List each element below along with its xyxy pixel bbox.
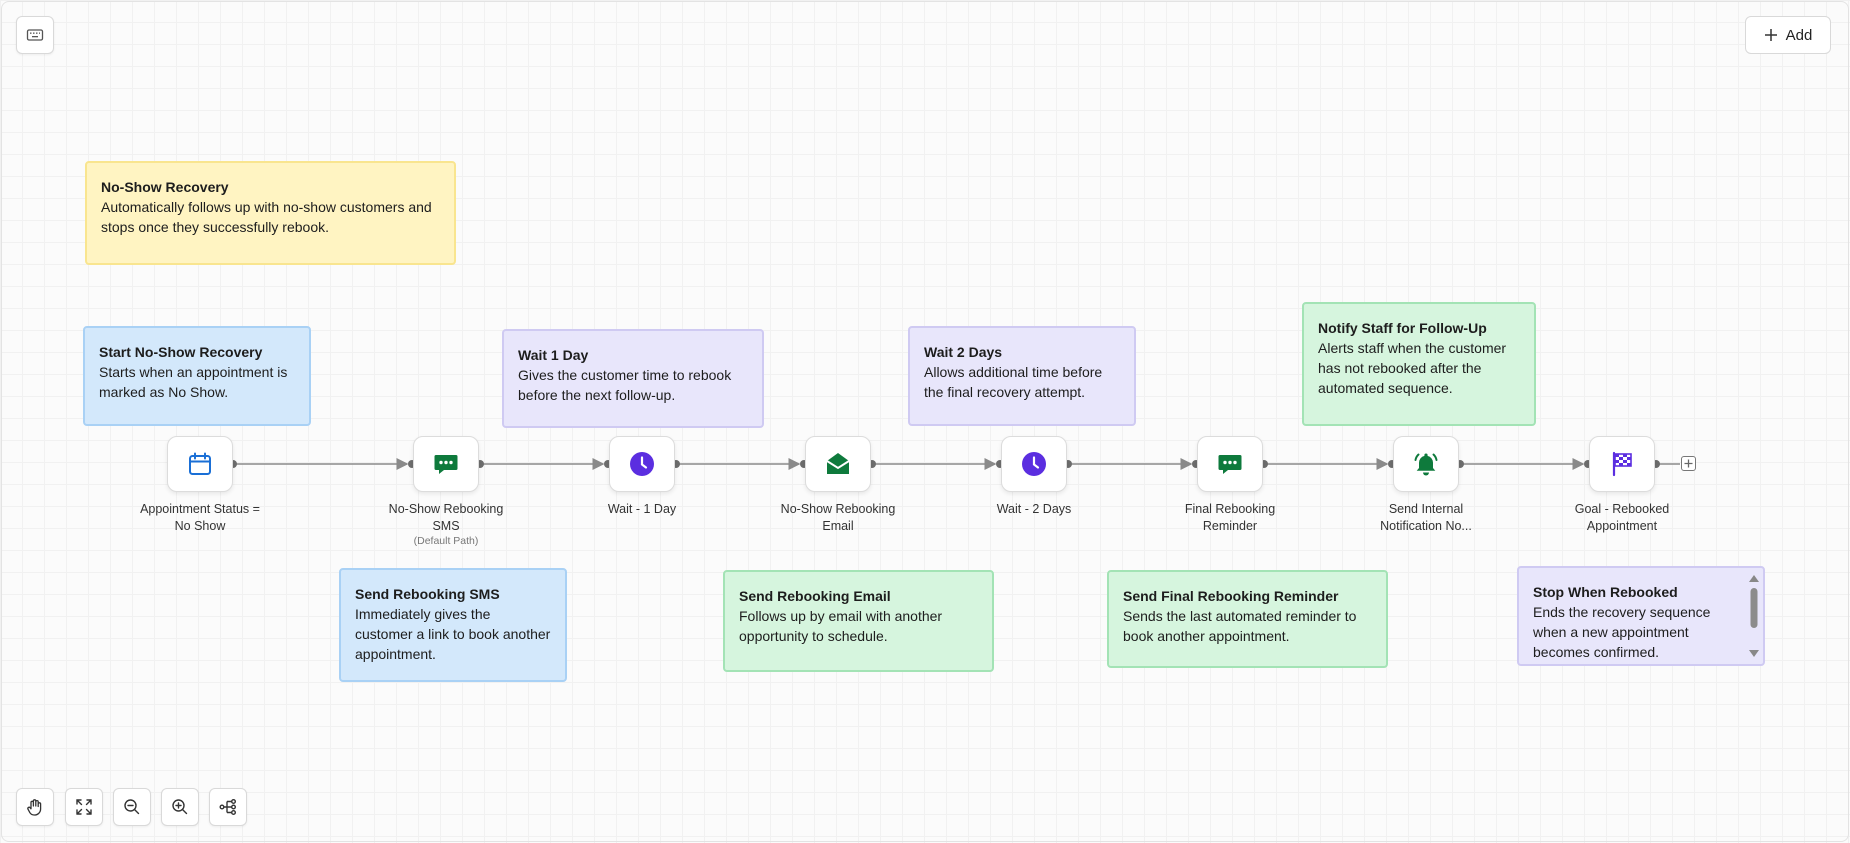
fit-view-button[interactable] (65, 788, 103, 826)
calendar-icon (189, 452, 211, 475)
node-label: No-Show Rebooking Email (780, 502, 896, 533)
flag-icon (1612, 451, 1632, 477)
node-label: Final Rebooking Reminder (1184, 502, 1276, 533)
note-start[interactable]: Start No-Show Recovery Starts when an ap… (83, 326, 311, 426)
zoom-out-button[interactable] (113, 788, 151, 826)
note-body: Follows up by email with another opportu… (739, 608, 943, 644)
expand-icon (76, 799, 92, 815)
node-label: Send Internal Notification No... (1380, 502, 1472, 533)
note-wait-2-days[interactable]: Wait 2 Days Allows additional time befor… (908, 326, 1136, 426)
mail-open-icon (826, 453, 850, 474)
note-notify-staff[interactable]: Notify Staff for Follow-Up Alerts staff … (1302, 302, 1536, 426)
node-internal-notification[interactable] (1393, 436, 1459, 492)
note-title: Notify Staff for Follow-Up (1318, 320, 1487, 336)
node-label: No-Show Rebooking SMS (388, 502, 504, 533)
note-send-sms[interactable]: Send Rebooking SMS Immediately gives the… (339, 568, 567, 682)
flow-tree-icon (219, 799, 236, 815)
zoom-in-icon (172, 799, 188, 815)
node-label: Appointment Status = No Show (140, 502, 260, 533)
note-body: Starts when an appointment is marked as … (99, 364, 288, 400)
note-stop-when-rebooked[interactable]: Stop When Rebooked Ends the recovery seq… (1517, 566, 1765, 666)
note-body: Ends the recovery sequence when a new ap… (1533, 604, 1711, 660)
bell-icon (1414, 453, 1438, 476)
clock-icon (1022, 452, 1046, 476)
note-body: Sends the last automated reminder to boo… (1123, 608, 1357, 644)
note-title: Start No-Show Recovery (99, 344, 263, 360)
note-scrollbar[interactable] (1748, 574, 1760, 658)
note-overview[interactable]: No-Show Recovery Automatically follows u… (85, 161, 456, 265)
node-sublabel: (Default Path) (413, 535, 479, 547)
note-body: Immediately gives the customer a link to… (355, 606, 551, 662)
node-label: Wait - 2 Days (996, 502, 1072, 516)
add-step-button[interactable] (1681, 456, 1696, 471)
note-title: Send Rebooking Email (739, 588, 891, 604)
node-wait-2-days[interactable] (1001, 436, 1067, 492)
note-body: Gives the customer time to rebook before… (518, 367, 732, 403)
note-title: Wait 1 Day (518, 347, 589, 363)
chat-icon (434, 455, 458, 474)
note-title: Send Rebooking SMS (355, 586, 500, 602)
node-final-reminder[interactable] (1197, 436, 1263, 492)
note-title: Stop When Rebooked (1533, 584, 1678, 600)
note-body: Alerts staff when the customer has not r… (1318, 340, 1507, 396)
note-body: Automatically follows up with no-show cu… (101, 199, 432, 235)
zoom-in-button[interactable] (161, 788, 199, 826)
node-trigger-appointment-status[interactable] (167, 436, 233, 492)
node-label: Wait - 1 Day (607, 502, 677, 516)
note-title: Send Final Rebooking Reminder (1123, 588, 1339, 604)
node-rebooking-email[interactable] (805, 436, 871, 492)
clock-icon (630, 452, 654, 476)
note-title: No-Show Recovery (101, 179, 229, 195)
chat-icon (1218, 455, 1242, 474)
note-body: Allows additional time before the final … (924, 364, 1103, 400)
auto-layout-button[interactable] (209, 788, 247, 826)
plus-icon (1684, 459, 1693, 468)
pan-tool-button[interactable] (16, 788, 54, 826)
node-rebooking-sms[interactable] (413, 436, 479, 492)
note-wait-1-day[interactable]: Wait 1 Day Gives the customer time to re… (502, 329, 764, 428)
node-goal-rebooked[interactable] (1589, 436, 1655, 492)
node-wait-1-day[interactable] (609, 436, 675, 492)
note-send-email[interactable]: Send Rebooking Email Follows up by email… (723, 570, 994, 672)
note-title: Wait 2 Days (924, 344, 1003, 360)
node-label: Goal - Rebooked Appointment (1574, 502, 1670, 533)
note-final-reminder[interactable]: Send Final Rebooking Reminder Sends the … (1107, 570, 1388, 668)
hand-icon (27, 799, 42, 816)
zoom-out-icon (124, 799, 140, 815)
